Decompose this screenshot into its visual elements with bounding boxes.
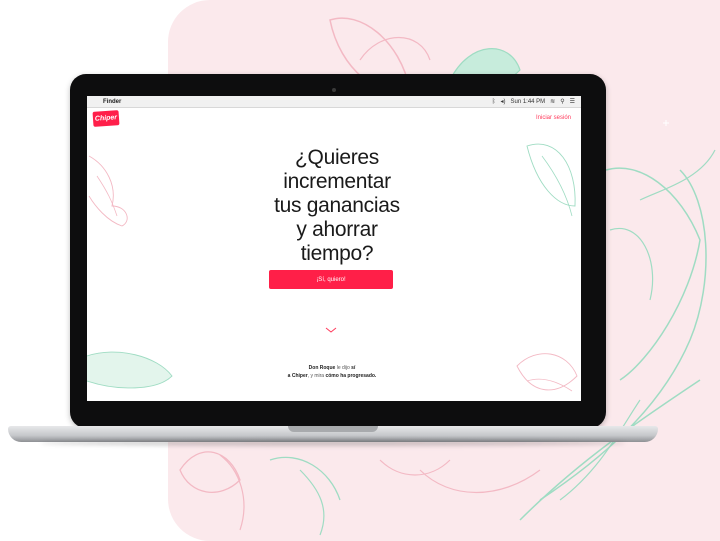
app-menu-finder[interactable]: Finder	[103, 99, 121, 105]
cta-button[interactable]: ¡Sí, quiero!	[269, 270, 393, 289]
menu-extras: ᛒ ◂) Sun 1:44 PM ≋ ⚲ ☰	[492, 98, 575, 106]
testimonial-text-part: , y mira	[307, 373, 326, 379]
laptop-notch	[288, 426, 378, 432]
wifi-icon[interactable]: ≋	[550, 98, 555, 105]
list-icon[interactable]: ☰	[570, 98, 575, 105]
headline-line: tus ganancias	[274, 194, 400, 217]
hero-headline: ¿Quieres incrementar tus ganancias y aho…	[207, 146, 467, 266]
login-link[interactable]: Iniciar sesión	[536, 115, 571, 121]
search-icon[interactable]: ⚲	[560, 98, 564, 105]
headline-line: tiempo?	[300, 242, 374, 265]
testimonial-brand: a Chiper	[287, 373, 308, 379]
laptop-shadow	[40, 440, 626, 446]
chiper-logo[interactable]: Chiper	[92, 110, 120, 127]
menubar-clock[interactable]: Sun 1:44 PM	[510, 99, 545, 105]
testimonial-yes: sí	[351, 365, 356, 371]
testimonial-name: Don Roque	[308, 365, 336, 371]
headline-line: y ahorrar	[296, 218, 378, 241]
laptop-screen: Finder ᛒ ◂) Sun 1:44 PM ≋ ⚲ ☰ Chiper Ini…	[87, 96, 581, 401]
bluetooth-icon[interactable]: ᛒ	[492, 99, 496, 105]
testimonial-progress: cómo ha progresado.	[325, 373, 377, 379]
chevron-down-icon[interactable]	[325, 327, 337, 333]
testimonial-text-part: le dijo	[335, 365, 352, 371]
headline-line: incrementar	[283, 170, 391, 193]
headline-line: ¿Quieres	[295, 146, 379, 169]
menu-bar: Finder ᛒ ◂) Sun 1:44 PM ≋ ⚲ ☰	[87, 96, 581, 108]
camera-icon	[332, 88, 336, 92]
testimonial-text: Don Roque le dijo sí a Chiper, y mira có…	[237, 364, 427, 380]
volume-icon[interactable]: ◂)	[500, 98, 505, 105]
